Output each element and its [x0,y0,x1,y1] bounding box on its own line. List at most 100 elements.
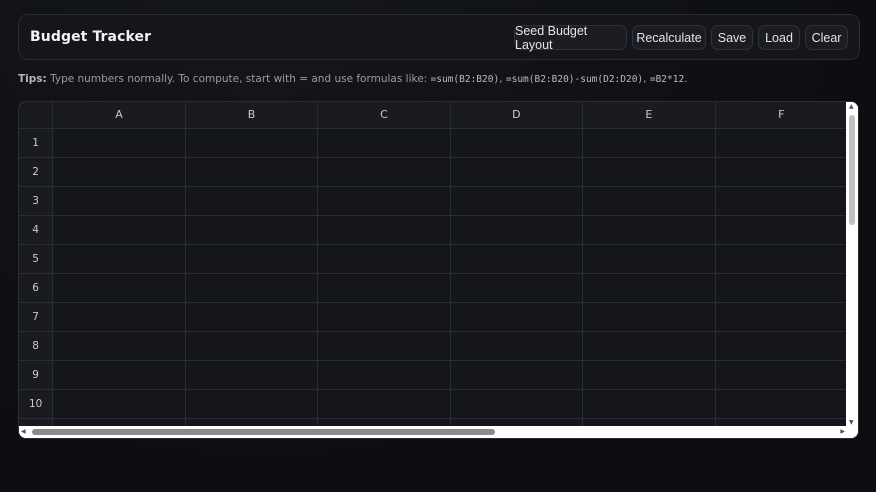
cell-a5[interactable] [52,244,186,274]
column-header-a[interactable]: A [52,102,186,129]
cell-d4[interactable] [450,215,584,245]
cell-c2[interactable] [317,157,451,187]
cell-c6[interactable] [317,273,451,303]
cell-b1[interactable] [185,128,319,158]
load-button[interactable]: Load [758,25,800,50]
cell-e3[interactable] [582,186,716,216]
corner-cell [19,102,54,129]
row-header[interactable]: 8 [19,331,54,361]
column-header-c[interactable]: C [317,102,451,129]
table-row: 7 [19,302,848,332]
cell-d10[interactable] [450,389,584,419]
column-header-e[interactable]: E [582,102,716,129]
cell-e1[interactable] [582,128,716,158]
cell-a8[interactable] [52,331,186,361]
cell-a1[interactable] [52,128,186,158]
spreadsheet-viewport[interactable]: ABCDEF 1234567891011 [19,102,848,428]
vertical-scroll-thumb[interactable] [849,115,855,225]
cell-b3[interactable] [185,186,319,216]
cell-b8[interactable] [185,331,319,361]
cell-a7[interactable] [52,302,186,332]
cell-e7[interactable] [582,302,716,332]
cell-a3[interactable] [52,186,186,216]
column-header-d[interactable]: D [450,102,584,129]
spreadsheet-container: ABCDEF 1234567891011 ▲ ▼ ◀ ▶ [18,101,859,439]
column-header-b[interactable]: B [185,102,319,129]
cell-b10[interactable] [185,389,319,419]
scrollbar-corner [846,426,858,438]
cell-f10[interactable] [715,389,848,419]
scroll-up-arrow-icon[interactable]: ▲ [849,104,854,110]
app-title: Budget Tracker [30,29,152,45]
row-header[interactable]: 2 [19,157,54,187]
cell-c9[interactable] [317,360,451,390]
row-header[interactable]: 9 [19,360,54,390]
row-header[interactable]: 1 [19,128,54,158]
cell-b2[interactable] [185,157,319,187]
cell-d2[interactable] [450,157,584,187]
cell-c8[interactable] [317,331,451,361]
spreadsheet-body: 1234567891011 [19,128,848,428]
cell-b4[interactable] [185,215,319,245]
cell-f5[interactable] [715,244,848,274]
horizontal-scroll-thumb[interactable] [32,429,495,435]
cell-f2[interactable] [715,157,848,187]
cell-f4[interactable] [715,215,848,245]
column-header-f[interactable]: F [715,102,848,129]
cell-b7[interactable] [185,302,319,332]
cell-c10[interactable] [317,389,451,419]
cell-e6[interactable] [582,273,716,303]
cell-d9[interactable] [450,360,584,390]
table-row: 10 [19,389,848,419]
cell-e2[interactable] [582,157,716,187]
cell-d6[interactable] [450,273,584,303]
clear-button[interactable]: Clear [805,25,848,50]
cell-e10[interactable] [582,389,716,419]
cell-a9[interactable] [52,360,186,390]
cell-a4[interactable] [52,215,186,245]
scroll-left-arrow-icon[interactable]: ◀ [21,429,26,435]
cell-a2[interactable] [52,157,186,187]
cell-f9[interactable] [715,360,848,390]
cell-a6[interactable] [52,273,186,303]
cell-d8[interactable] [450,331,584,361]
cell-d5[interactable] [450,244,584,274]
vertical-scrollbar[interactable]: ▲ ▼ [846,102,858,428]
cell-b5[interactable] [185,244,319,274]
cell-a10[interactable] [52,389,186,419]
cell-e9[interactable] [582,360,716,390]
cell-c4[interactable] [317,215,451,245]
recalculate-button[interactable]: Recalculate [632,25,706,50]
cell-f8[interactable] [715,331,848,361]
cell-c1[interactable] [317,128,451,158]
cell-f7[interactable] [715,302,848,332]
column-header-row: ABCDEF [19,102,848,129]
table-row: 6 [19,273,848,303]
cell-b9[interactable] [185,360,319,390]
cell-d7[interactable] [450,302,584,332]
cell-c3[interactable] [317,186,451,216]
table-row: 2 [19,157,848,187]
scroll-right-arrow-icon[interactable]: ▶ [840,429,845,435]
horizontal-scrollbar[interactable]: ◀ ▶ [19,426,848,438]
cell-d3[interactable] [450,186,584,216]
cell-f3[interactable] [715,186,848,216]
row-header[interactable]: 5 [19,244,54,274]
cell-f1[interactable] [715,128,848,158]
row-header[interactable]: 6 [19,273,54,303]
cell-e5[interactable] [582,244,716,274]
row-header[interactable]: 7 [19,302,54,332]
cell-c7[interactable] [317,302,451,332]
cell-e4[interactable] [582,215,716,245]
save-button[interactable]: Save [711,25,753,50]
row-header[interactable]: 10 [19,389,54,419]
row-header[interactable]: 3 [19,186,54,216]
cell-c5[interactable] [317,244,451,274]
row-header[interactable]: 4 [19,215,54,245]
cell-b6[interactable] [185,273,319,303]
table-row: 3 [19,186,848,216]
cell-d1[interactable] [450,128,584,158]
cell-f6[interactable] [715,273,848,303]
seed-budget-layout-button[interactable]: Seed Budget Layout [514,24,627,52]
cell-e8[interactable] [582,331,716,361]
